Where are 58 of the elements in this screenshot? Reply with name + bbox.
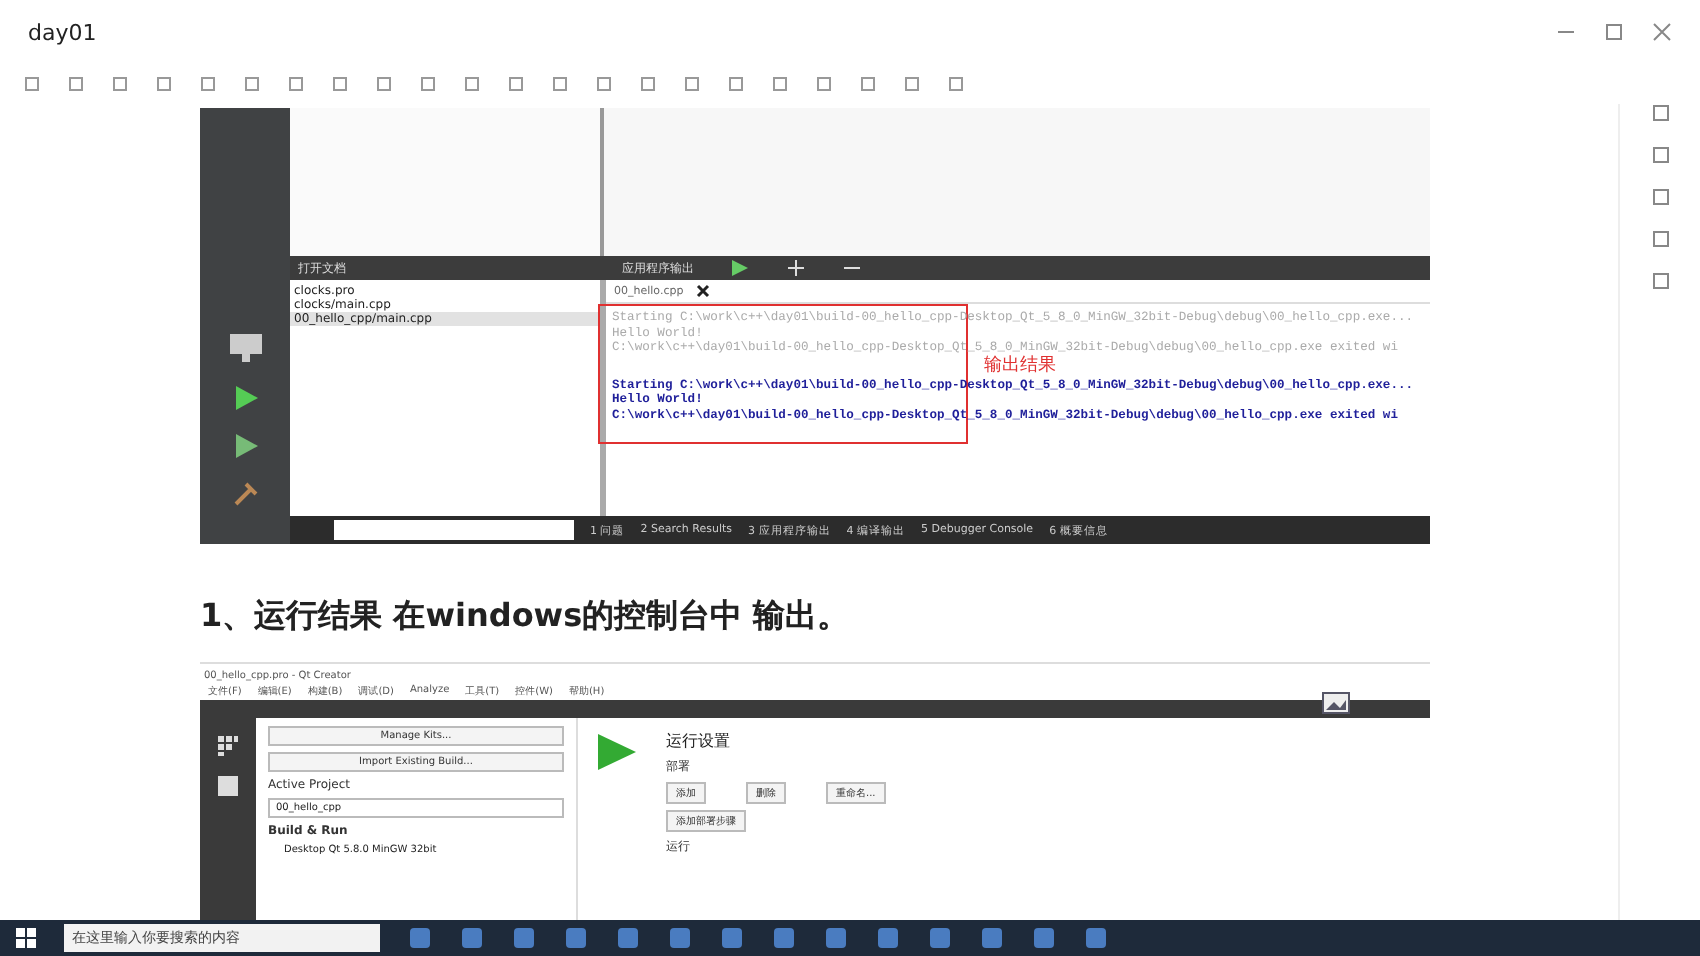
toolbar-icon[interactable] xyxy=(244,76,260,92)
play-icon xyxy=(594,730,638,774)
taskbar-app-icon[interactable] xyxy=(1032,926,1056,950)
hammer-icon[interactable] xyxy=(231,480,259,508)
toolbar-icon[interactable] xyxy=(640,76,656,92)
taskbar-app-icon[interactable] xyxy=(460,926,484,950)
sidebar-icon[interactable] xyxy=(1651,230,1669,248)
taskbar-app-icon[interactable] xyxy=(408,926,432,950)
taskbar-app-icon[interactable] xyxy=(824,926,848,950)
search-field[interactable] xyxy=(334,520,574,540)
toolbar-icon[interactable] xyxy=(552,76,568,92)
monitor-icon xyxy=(227,332,263,364)
toolbar-icon[interactable] xyxy=(112,76,128,92)
image-icon[interactable] xyxy=(1322,692,1350,714)
taskbar-app-icon[interactable] xyxy=(512,926,536,950)
toolbar-icon[interactable] xyxy=(904,76,920,92)
annotation-text: 输出结果 xyxy=(984,356,1056,376)
toolbar-icon[interactable] xyxy=(772,76,788,92)
windows-icon[interactable] xyxy=(16,928,36,948)
toolbar-icon[interactable] xyxy=(420,76,436,92)
taskbar-app-icon[interactable] xyxy=(928,926,952,950)
taskbar-app-icon[interactable] xyxy=(876,926,900,950)
section-heading: 1、运行结果 在windows的控制台中 输出。 xyxy=(200,596,852,638)
taskbar-app-icon[interactable] xyxy=(1084,926,1108,950)
toolbar-icon[interactable] xyxy=(156,76,172,92)
toolbar-icon[interactable] xyxy=(24,76,40,92)
sidebar-icon[interactable] xyxy=(1651,104,1669,122)
taskbar-app-icon[interactable] xyxy=(616,926,640,950)
document-icon[interactable] xyxy=(216,774,240,798)
debug-run-icon[interactable] xyxy=(231,432,259,460)
sidebar-icon[interactable] xyxy=(1651,272,1669,290)
toolbar-icon[interactable] xyxy=(464,76,480,92)
toolbar-icon[interactable] xyxy=(684,76,700,92)
toolbar-icon[interactable] xyxy=(200,76,216,92)
taskbar-app-icon[interactable] xyxy=(980,926,1004,950)
taskbar-app-icon[interactable] xyxy=(772,926,796,950)
grid-icon[interactable] xyxy=(216,734,240,758)
taskbar-app-icon[interactable] xyxy=(668,926,692,950)
toolbar-icon[interactable] xyxy=(376,76,392,92)
run-icon[interactable] xyxy=(231,384,259,412)
toolbar-icon[interactable] xyxy=(68,76,84,92)
close-icon[interactable] xyxy=(695,284,710,298)
toolbar-icon[interactable] xyxy=(508,76,524,92)
maximize-icon[interactable] xyxy=(1604,22,1624,42)
settings-title: 运行设置 xyxy=(666,730,730,752)
window-title: day01 xyxy=(28,19,97,45)
sidebar-icon[interactable] xyxy=(1651,188,1669,206)
toolbar-icon[interactable] xyxy=(332,76,348,92)
toolbar-icon[interactable] xyxy=(596,76,612,92)
toolbar-icon[interactable] xyxy=(860,76,876,92)
toolbar-icon[interactable] xyxy=(816,76,832,92)
taskbar-app-icon[interactable] xyxy=(720,926,744,950)
toolbar-icon[interactable] xyxy=(728,76,744,92)
plus-icon[interactable] xyxy=(786,258,806,278)
sidebar-icon[interactable] xyxy=(1651,146,1669,164)
toolbar-icon[interactable] xyxy=(288,76,304,92)
toolbar-icon[interactable] xyxy=(948,76,964,92)
taskbar-app-icon[interactable] xyxy=(564,926,588,950)
